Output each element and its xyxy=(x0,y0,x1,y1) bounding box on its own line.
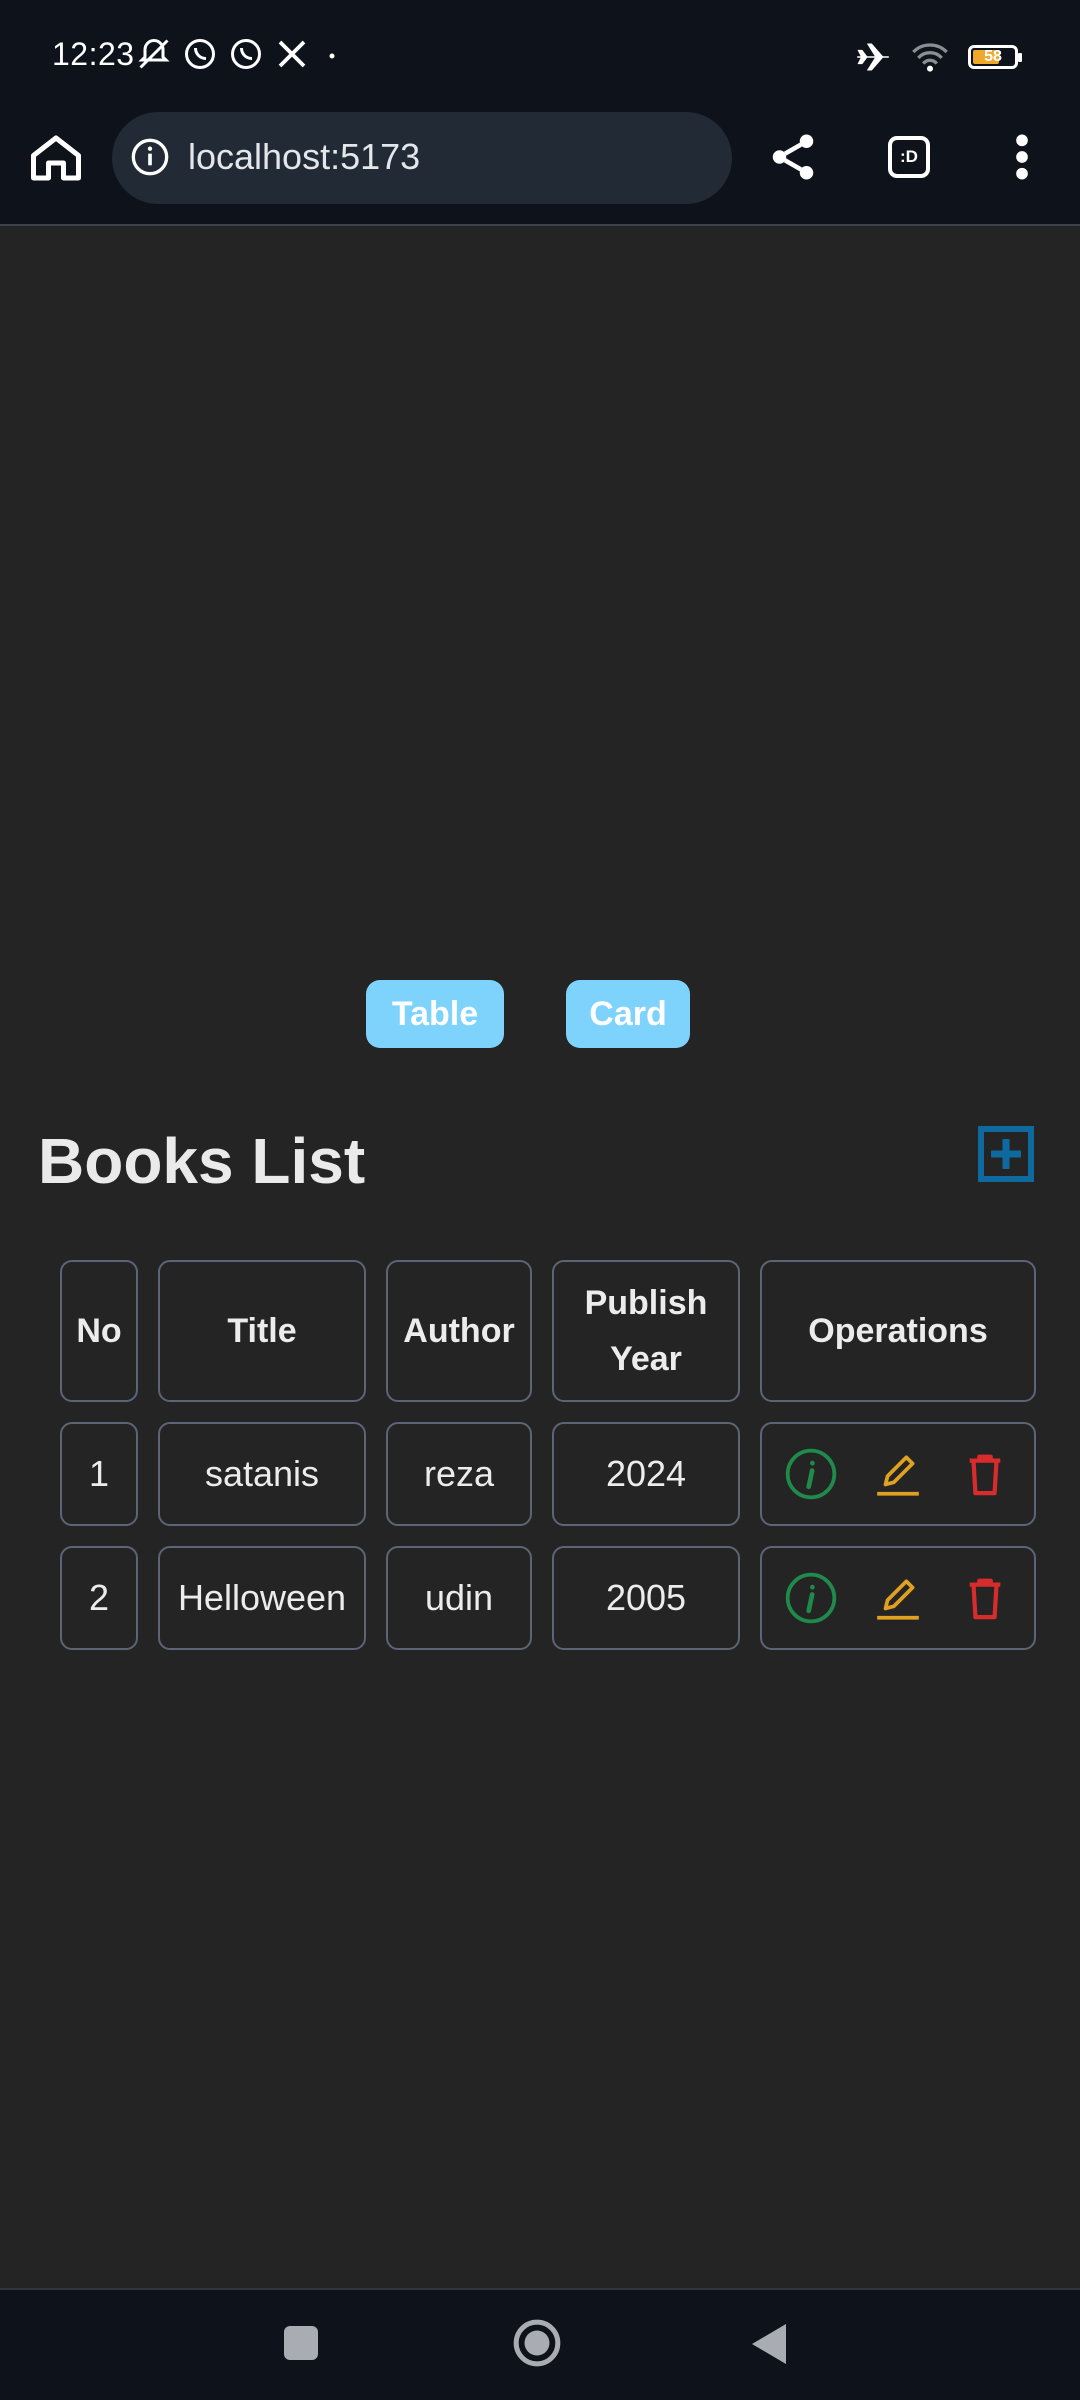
battery-icon: 58 xyxy=(968,45,1022,69)
page-title: Books List xyxy=(38,1125,366,1197)
pencil-icon[interactable] xyxy=(868,1444,928,1504)
back-icon[interactable] xyxy=(750,2322,790,2366)
info-circle-icon[interactable] xyxy=(781,1568,841,1628)
cell-year: 2005 xyxy=(552,1546,740,1650)
header-publish-year-line1: Publish xyxy=(584,1284,708,1322)
address-bar[interactable]: localhost:5173 xyxy=(112,112,732,204)
battery-level: 58 xyxy=(984,48,1002,65)
notification-icons xyxy=(136,36,344,72)
bell-off-icon xyxy=(138,38,170,69)
header-author: Author xyxy=(386,1260,532,1402)
airplane-icon xyxy=(857,43,889,71)
table-header-row: No Title Author Publish Year Operations xyxy=(60,1260,1036,1402)
x-logo-icon xyxy=(278,40,306,68)
info-circle-icon[interactable] xyxy=(781,1444,841,1504)
cell-operations xyxy=(760,1546,1036,1650)
table-row: 2 Helloween udin 2005 xyxy=(60,1546,1036,1650)
cell-operations xyxy=(760,1422,1036,1526)
url-text[interactable]: localhost:5173 xyxy=(188,136,420,178)
cell-no: 1 xyxy=(60,1422,138,1526)
cell-title: satanis xyxy=(158,1422,366,1526)
add-box-icon[interactable] xyxy=(976,1124,1036,1184)
recent-apps-icon[interactable] xyxy=(284,2326,318,2360)
wifi-icon xyxy=(912,43,948,72)
home-icon[interactable] xyxy=(26,128,86,188)
dot-icon xyxy=(329,53,335,59)
header-publish-year: Publish Year xyxy=(552,1260,740,1402)
share-icon[interactable] xyxy=(766,130,820,184)
whatsapp-icon xyxy=(231,39,261,69)
cell-title: Helloween xyxy=(158,1546,366,1650)
status-time: 12:23 xyxy=(52,36,135,72)
header-no: No xyxy=(60,1260,138,1402)
cell-no: 2 xyxy=(60,1546,138,1650)
header-publish-year-line2: Year xyxy=(610,1340,682,1378)
status-indicators: 58 xyxy=(854,38,1022,76)
system-nav-bar xyxy=(0,2288,1080,2400)
cell-year: 2024 xyxy=(552,1422,740,1526)
tabs-icon[interactable]: :D xyxy=(888,136,930,178)
nav-home-icon[interactable] xyxy=(512,2318,562,2368)
browser-toolbar: localhost:5173 :D xyxy=(0,100,1080,224)
header-operations: Operations xyxy=(760,1260,1036,1402)
whatsapp-icon xyxy=(185,39,215,69)
trash-icon[interactable] xyxy=(955,1568,1015,1628)
chrome-divider xyxy=(0,224,1080,226)
cell-author: udin xyxy=(386,1546,532,1650)
card-view-button[interactable]: Card xyxy=(566,980,690,1048)
table-row: 1 satanis reza 2024 xyxy=(60,1422,1036,1526)
info-icon[interactable] xyxy=(130,137,170,177)
pencil-icon[interactable] xyxy=(868,1568,928,1628)
header-title: Title xyxy=(158,1260,366,1402)
books-table: No Title Author Publish Year Operations 1… xyxy=(40,1240,1056,1670)
cell-author: reza xyxy=(386,1422,532,1526)
menu-icon[interactable] xyxy=(1012,132,1032,182)
table-view-button[interactable]: Table xyxy=(366,980,504,1048)
trash-icon[interactable] xyxy=(955,1444,1015,1504)
top-chrome: 12:23 58 localhost:5173 :D xyxy=(0,0,1080,224)
